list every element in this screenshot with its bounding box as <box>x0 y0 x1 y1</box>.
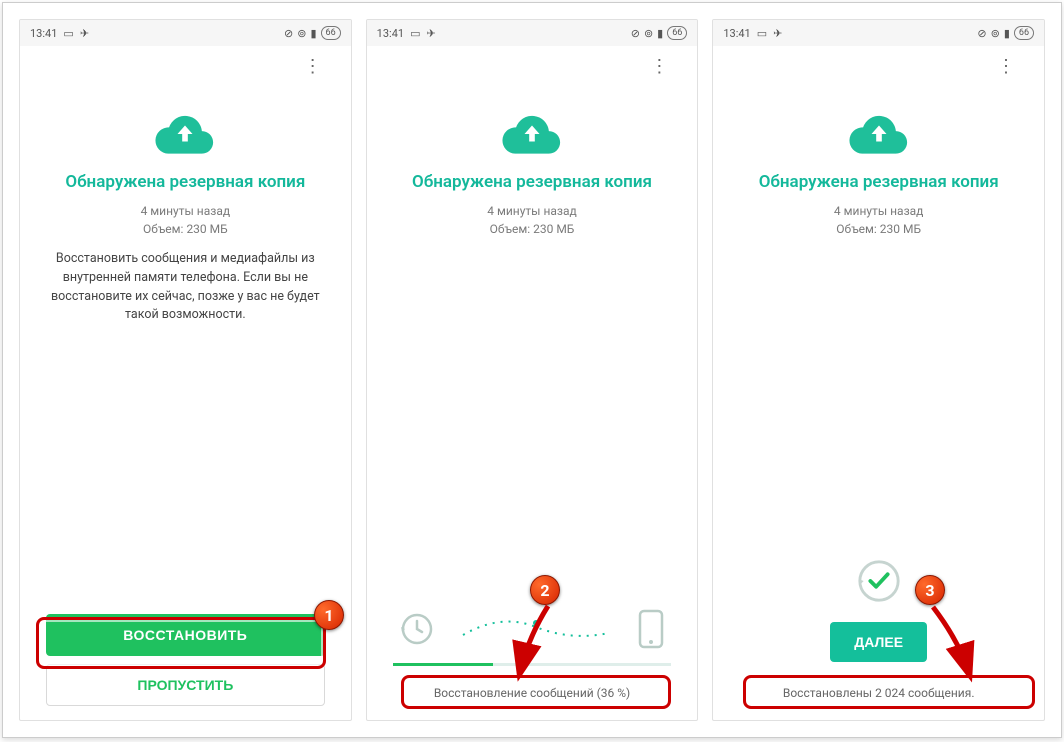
status-bar: 13:41 ▭ ✈ ⊘ ⊚ ▮ 66 <box>713 20 1044 46</box>
backup-found-heading: Обнаружена резервная копия <box>65 172 305 192</box>
backup-size: Объем: 230 МБ <box>141 220 231 238</box>
more-options-button[interactable]: ⋮ <box>301 54 325 78</box>
status-time: 13:41 <box>30 27 57 40</box>
wifi-icon: ⊚ <box>991 27 1000 40</box>
backup-found-heading: Обнаружена резервная копия <box>759 172 999 192</box>
telegram-icon: ✈ <box>80 27 89 40</box>
phone-screen-3: 13:41 ▭ ✈ ⊘ ⊚ ▮ 66 ⋮ Обнаружена резервна… <box>712 19 1045 721</box>
backup-size: Объем: 230 МБ <box>834 220 924 238</box>
signal-icon: ▮ <box>310 27 316 40</box>
dnd-icon: ⊘ <box>284 27 293 40</box>
next-button[interactable]: ДАЛЕЕ <box>830 622 927 662</box>
backup-time: 4 минуты назад <box>834 202 924 220</box>
restore-description: Восстановить сообщения и медиафайлы из в… <box>46 250 325 325</box>
dnd-icon: ⊘ <box>631 27 640 40</box>
wifi-icon: ⊚ <box>297 27 306 40</box>
status-bar: 13:41 ▭ ✈ ⊘ ⊚ ▮ 66 <box>367 20 698 46</box>
chat-icon: ▭ <box>63 27 73 40</box>
telegram-icon: ✈ <box>773 27 782 40</box>
dnd-icon: ⊘ <box>977 27 986 40</box>
status-bar: 13:41 ▭ ✈ ⊘ ⊚ ▮ 66 <box>20 20 351 46</box>
battery-indicator: 66 <box>667 26 687 40</box>
signal-icon: ▮ <box>657 27 663 40</box>
cloud-upload-icon <box>849 112 909 154</box>
progress-bar-fill <box>393 663 493 666</box>
transfer-dots <box>461 617 611 641</box>
restore-button[interactable]: ВОССТАНОВИТЬ <box>46 614 325 656</box>
restore-complete-text: Восстановлены 2 024 сообщения. <box>783 680 975 706</box>
backup-time: 4 минуты назад <box>141 202 231 220</box>
more-options-button[interactable]: ⋮ <box>647 54 671 78</box>
status-time: 13:41 <box>377 27 404 40</box>
history-icon <box>399 611 435 647</box>
backup-time: 4 минуты назад <box>487 202 577 220</box>
backup-found-heading: Обнаружена резервная копия <box>412 172 652 192</box>
backup-size: Объем: 230 МБ <box>487 220 577 238</box>
phone-outline-icon <box>637 609 665 649</box>
phone-screen-1: 13:41 ▭ ✈ ⊘ ⊚ ▮ 66 ⋮ Обнаружена резервна… <box>19 19 352 721</box>
skip-button[interactable]: ПРОПУСТИТЬ <box>46 664 325 706</box>
signal-icon: ▮ <box>1004 27 1010 40</box>
backup-meta: 4 минуты назад Объем: 230 МБ <box>141 202 231 238</box>
battery-indicator: 66 <box>321 26 341 40</box>
progress-status-text: Восстановление сообщений (36 %) <box>434 680 630 706</box>
backup-meta: 4 минуты назад Объем: 230 МБ <box>834 202 924 238</box>
backup-meta: 4 минуты назад Объем: 230 МБ <box>487 202 577 238</box>
cloud-upload-icon <box>502 112 562 154</box>
chat-icon: ▭ <box>410 27 420 40</box>
tutorial-frame: 13:41 ▭ ✈ ⊘ ⊚ ▮ 66 ⋮ Обнаружена резервна… <box>2 2 1062 738</box>
battery-indicator: 66 <box>1014 26 1034 40</box>
progress-bar <box>393 663 672 666</box>
chat-icon: ▭ <box>757 27 767 40</box>
progress-illustration <box>393 609 672 649</box>
cloud-upload-icon <box>155 112 215 154</box>
more-options-button[interactable]: ⋮ <box>994 54 1018 78</box>
restore-complete-icon <box>856 558 902 604</box>
telegram-icon: ✈ <box>426 27 435 40</box>
wifi-icon: ⊚ <box>644 27 653 40</box>
status-time: 13:41 <box>723 27 750 40</box>
phone-screen-2: 13:41 ▭ ✈ ⊘ ⊚ ▮ 66 ⋮ Обнаружена резервна… <box>366 19 699 721</box>
